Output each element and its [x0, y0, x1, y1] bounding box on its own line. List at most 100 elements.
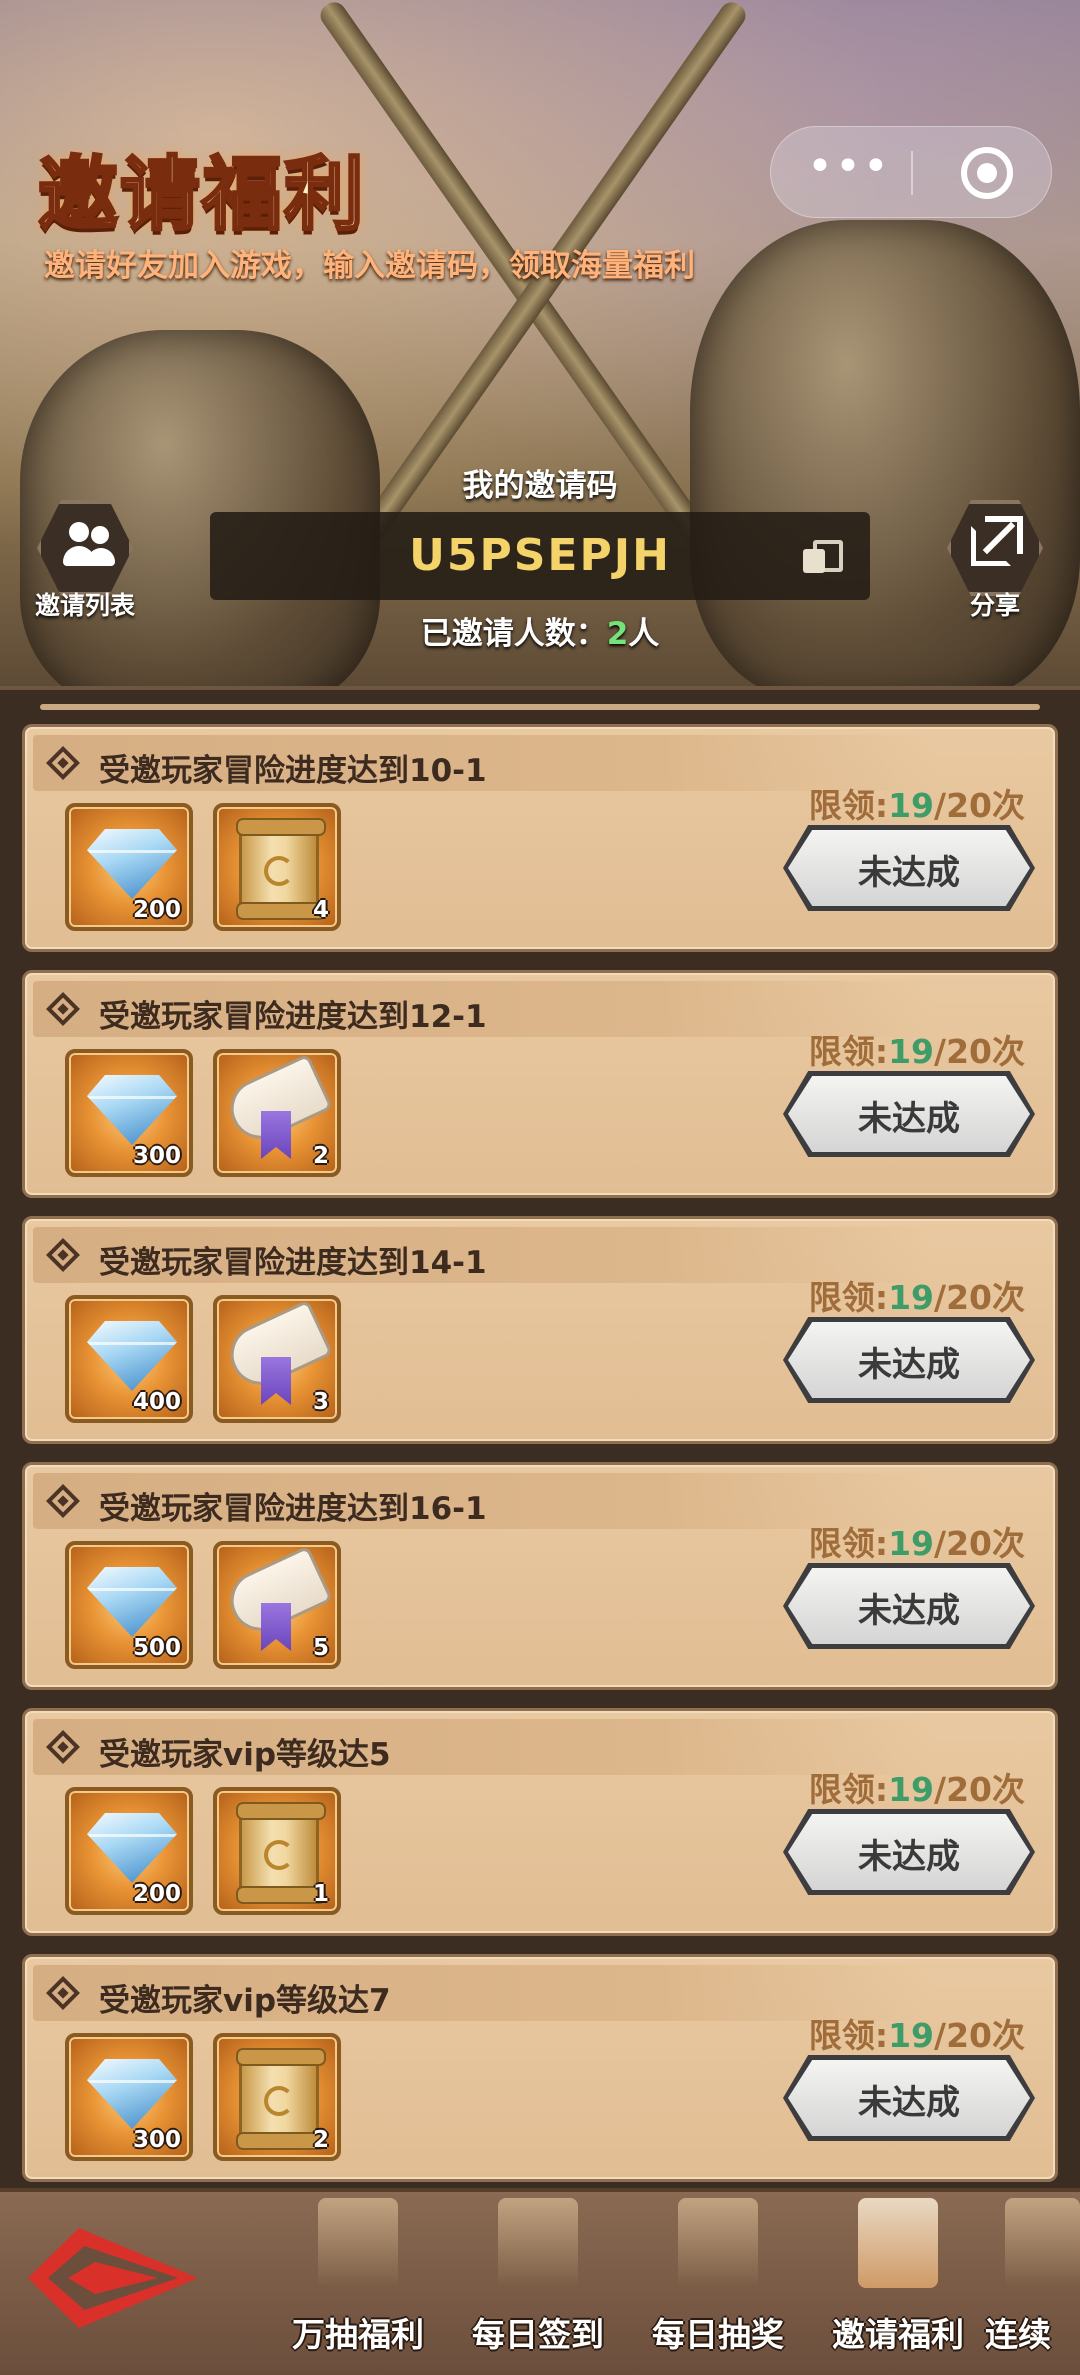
diamond-icon [87, 1813, 177, 1883]
claim-limit-prefix: 限领: [808, 2016, 889, 2055]
claim-limit-used: 19 [888, 1770, 935, 1809]
status-button[interactable]: 未达成 [783, 825, 1035, 911]
reward-item[interactable]: 5 [213, 1541, 341, 1669]
nav-item-label: 连续 [985, 2315, 1051, 2354]
nav-item[interactable]: 邀请福利 [808, 2198, 988, 2373]
reward-quantity: 200 [132, 1881, 181, 1907]
reward-item[interactable]: 200 [65, 1787, 193, 1915]
reward-item[interactable]: 300 [65, 2033, 193, 2161]
invited-count-prefix: 已邀请人数： [420, 616, 607, 652]
status-button[interactable]: 未达成 [783, 1317, 1035, 1403]
invited-count-suffix: 人 [628, 616, 660, 652]
status-button[interactable]: 未达成 [783, 1563, 1035, 1649]
ribbon-icon [261, 1111, 291, 1159]
share-button[interactable]: 分享 [935, 500, 1055, 620]
task-title: 受邀玩家冒险进度达到16-1 [99, 1491, 487, 1527]
claim-limit-used: 19 [888, 2016, 935, 2055]
reward-quantity: 2 [312, 2127, 329, 2153]
header-banner: 邀请福利 邀请好友加入游戏，输入邀请码，领取海量福利 ••• 邀请列表 分享 我… [0, 0, 1080, 690]
diamond-bullet-icon [46, 1730, 80, 1764]
reward-quantity: 2 [312, 1143, 329, 1169]
reward-item[interactable]: 1 [213, 1787, 341, 1915]
claim-limit-used: 19 [888, 1032, 935, 1071]
status-button[interactable]: 未达成 [783, 2055, 1035, 2141]
claim-limit: 限领:19/20次 [809, 1763, 1025, 1811]
nav-item[interactable]: 每日签到 [448, 2198, 628, 2373]
status-button[interactable]: 未达成 [783, 1809, 1035, 1895]
task-header: 受邀玩家冒险进度达到12-1 [33, 981, 933, 1037]
reward-quantity: 3 [312, 1389, 329, 1415]
task-header: 受邀玩家冒险进度达到10-1 [33, 735, 933, 791]
claim-limit-prefix: 限领: [808, 786, 889, 825]
claim-limit: 限领:19/20次 [809, 1271, 1025, 1319]
status-label: 未达成 [858, 2083, 960, 2123]
claim-limit-prefix: 限领: [808, 1524, 889, 1563]
nav-item[interactable]: 连续 [985, 2198, 1080, 2373]
status-label: 未达成 [858, 1345, 960, 1385]
signin-icon [498, 2198, 578, 2288]
claim-limit-suffix: /20次 [934, 1524, 1025, 1563]
reward-quantity: 4 [312, 897, 329, 923]
task-card: 受邀玩家冒险进度达到10-1 200 4 限领:19/20次 未达成 [22, 724, 1058, 952]
status-button[interactable]: 未达成 [783, 1071, 1035, 1157]
reward-quantity: 300 [132, 2127, 181, 2153]
diamond-bullet-icon [46, 1484, 80, 1518]
diamond-icon [87, 1567, 177, 1637]
reward-item[interactable]: 200 [65, 803, 193, 931]
task-list[interactable]: 受邀玩家冒险进度达到10-1 200 4 限领:19/20次 未达成 受邀玩家冒险进度达到… [0, 686, 1080, 2188]
reward-item[interactable]: 500 [65, 1541, 193, 1669]
task-title: 受邀玩家冒险进度达到14-1 [99, 1245, 487, 1281]
capsule-divider [911, 151, 913, 195]
claim-limit: 限领:19/20次 [809, 1025, 1025, 1073]
reward-quantity: 500 [132, 1635, 181, 1661]
gold-scroll-icon [236, 818, 326, 920]
claim-limit-prefix: 限领: [808, 1278, 889, 1317]
diamond-bullet-icon [46, 746, 80, 780]
more-icon[interactable]: ••• [807, 141, 891, 192]
claim-limit-used: 19 [888, 786, 935, 825]
reward-item[interactable]: 400 [65, 1295, 193, 1423]
nav-item-label: 万抽福利 [292, 2315, 424, 2354]
diamond-icon [87, 2059, 177, 2129]
copy-icon[interactable] [803, 540, 843, 574]
task-card: 受邀玩家冒险进度达到12-1 300 2 限领:19/20次 未达成 [22, 970, 1058, 1198]
back-button[interactable] [28, 2228, 198, 2328]
task-title: 受邀玩家冒险进度达到10-1 [99, 753, 487, 789]
lottery-icon [678, 2198, 758, 2288]
task-card: 受邀玩家vip等级达5 200 1 限领:19/20次未达成 [22, 1708, 1058, 1936]
miniprogram-capsule: ••• [770, 126, 1052, 218]
task-title: 受邀玩家vip等级达7 [99, 1983, 391, 2019]
invite-code: U5PSEPJH [409, 530, 671, 581]
reward-item[interactable]: 2 [213, 1049, 341, 1177]
diamond-icon [87, 1321, 177, 1391]
task-card: 受邀玩家冒险进度达到14-1 400 3 限领:19/20次未达成 [22, 1216, 1058, 1444]
nav-item[interactable]: 每日抽奖 [628, 2198, 808, 2373]
reward-item[interactable]: 4 [213, 803, 341, 931]
share-icon [971, 516, 1023, 568]
task-title: 受邀玩家vip等级达5 [99, 1737, 391, 1773]
reward-item[interactable]: 2 [213, 2033, 341, 2161]
task-header: 受邀玩家vip等级达7 [33, 1965, 933, 2021]
nav-item-label: 邀请福利 [832, 2315, 964, 2354]
status-label: 未达成 [858, 1837, 960, 1877]
diamond-icon [87, 1075, 177, 1145]
close-circle-icon[interactable] [961, 147, 1013, 199]
nav-item-label: 每日签到 [472, 2315, 604, 2354]
claim-limit: 限领:19/20次 [809, 1517, 1025, 1565]
invite-code-label: 我的邀请码 [462, 468, 618, 504]
task-header: 受邀玩家冒险进度达到14-1 [33, 1227, 933, 1283]
reward-item[interactable]: 300 [65, 1049, 193, 1177]
claim-limit: 限领:19/20次 [809, 2009, 1025, 2057]
task-title: 受邀玩家冒险进度达到12-1 [99, 999, 487, 1035]
invite-list-button[interactable]: 邀请列表 [25, 500, 145, 620]
status-label: 未达成 [858, 1591, 960, 1631]
cards-icon [318, 2198, 398, 2288]
nav-item[interactable]: 万抽福利 [268, 2198, 448, 2373]
invited-count-text: 已邀请人数：2人 [0, 608, 1080, 653]
task-card: 受邀玩家vip等级达7 300 2 限领:19/20次未达成 [22, 1954, 1058, 2182]
reward-quantity: 400 [132, 1389, 181, 1415]
task-header: 受邀玩家vip等级达5 [33, 1719, 933, 1775]
claim-limit-used: 19 [888, 1278, 935, 1317]
reward-item[interactable]: 3 [213, 1295, 341, 1423]
claim-limit-used: 19 [888, 1524, 935, 1563]
